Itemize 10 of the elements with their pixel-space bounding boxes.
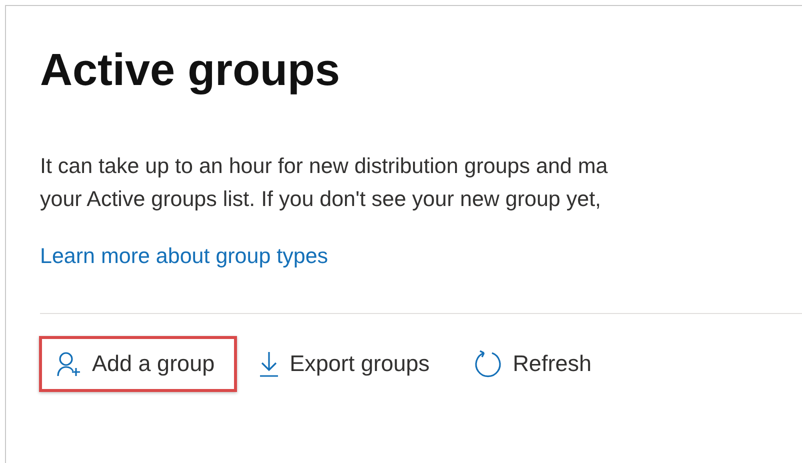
refresh-icon [472,349,503,379]
description-text: your Active groups list. If you don't see your new group yet, [40,186,602,213]
add-person-icon [56,351,82,377]
download-icon [258,351,280,377]
learn-more-link[interactable]: Learn more about group types [40,244,328,269]
description-text: It can take up to an hour for new distribution groups and ma [40,153,609,180]
toolbar-button[interactable]: Export groups [240,336,452,392]
toolbar-button[interactable]: Add a group [39,336,237,392]
page-title: Active groups [40,43,342,97]
toolbar-button[interactable]: Refresh [456,334,614,394]
